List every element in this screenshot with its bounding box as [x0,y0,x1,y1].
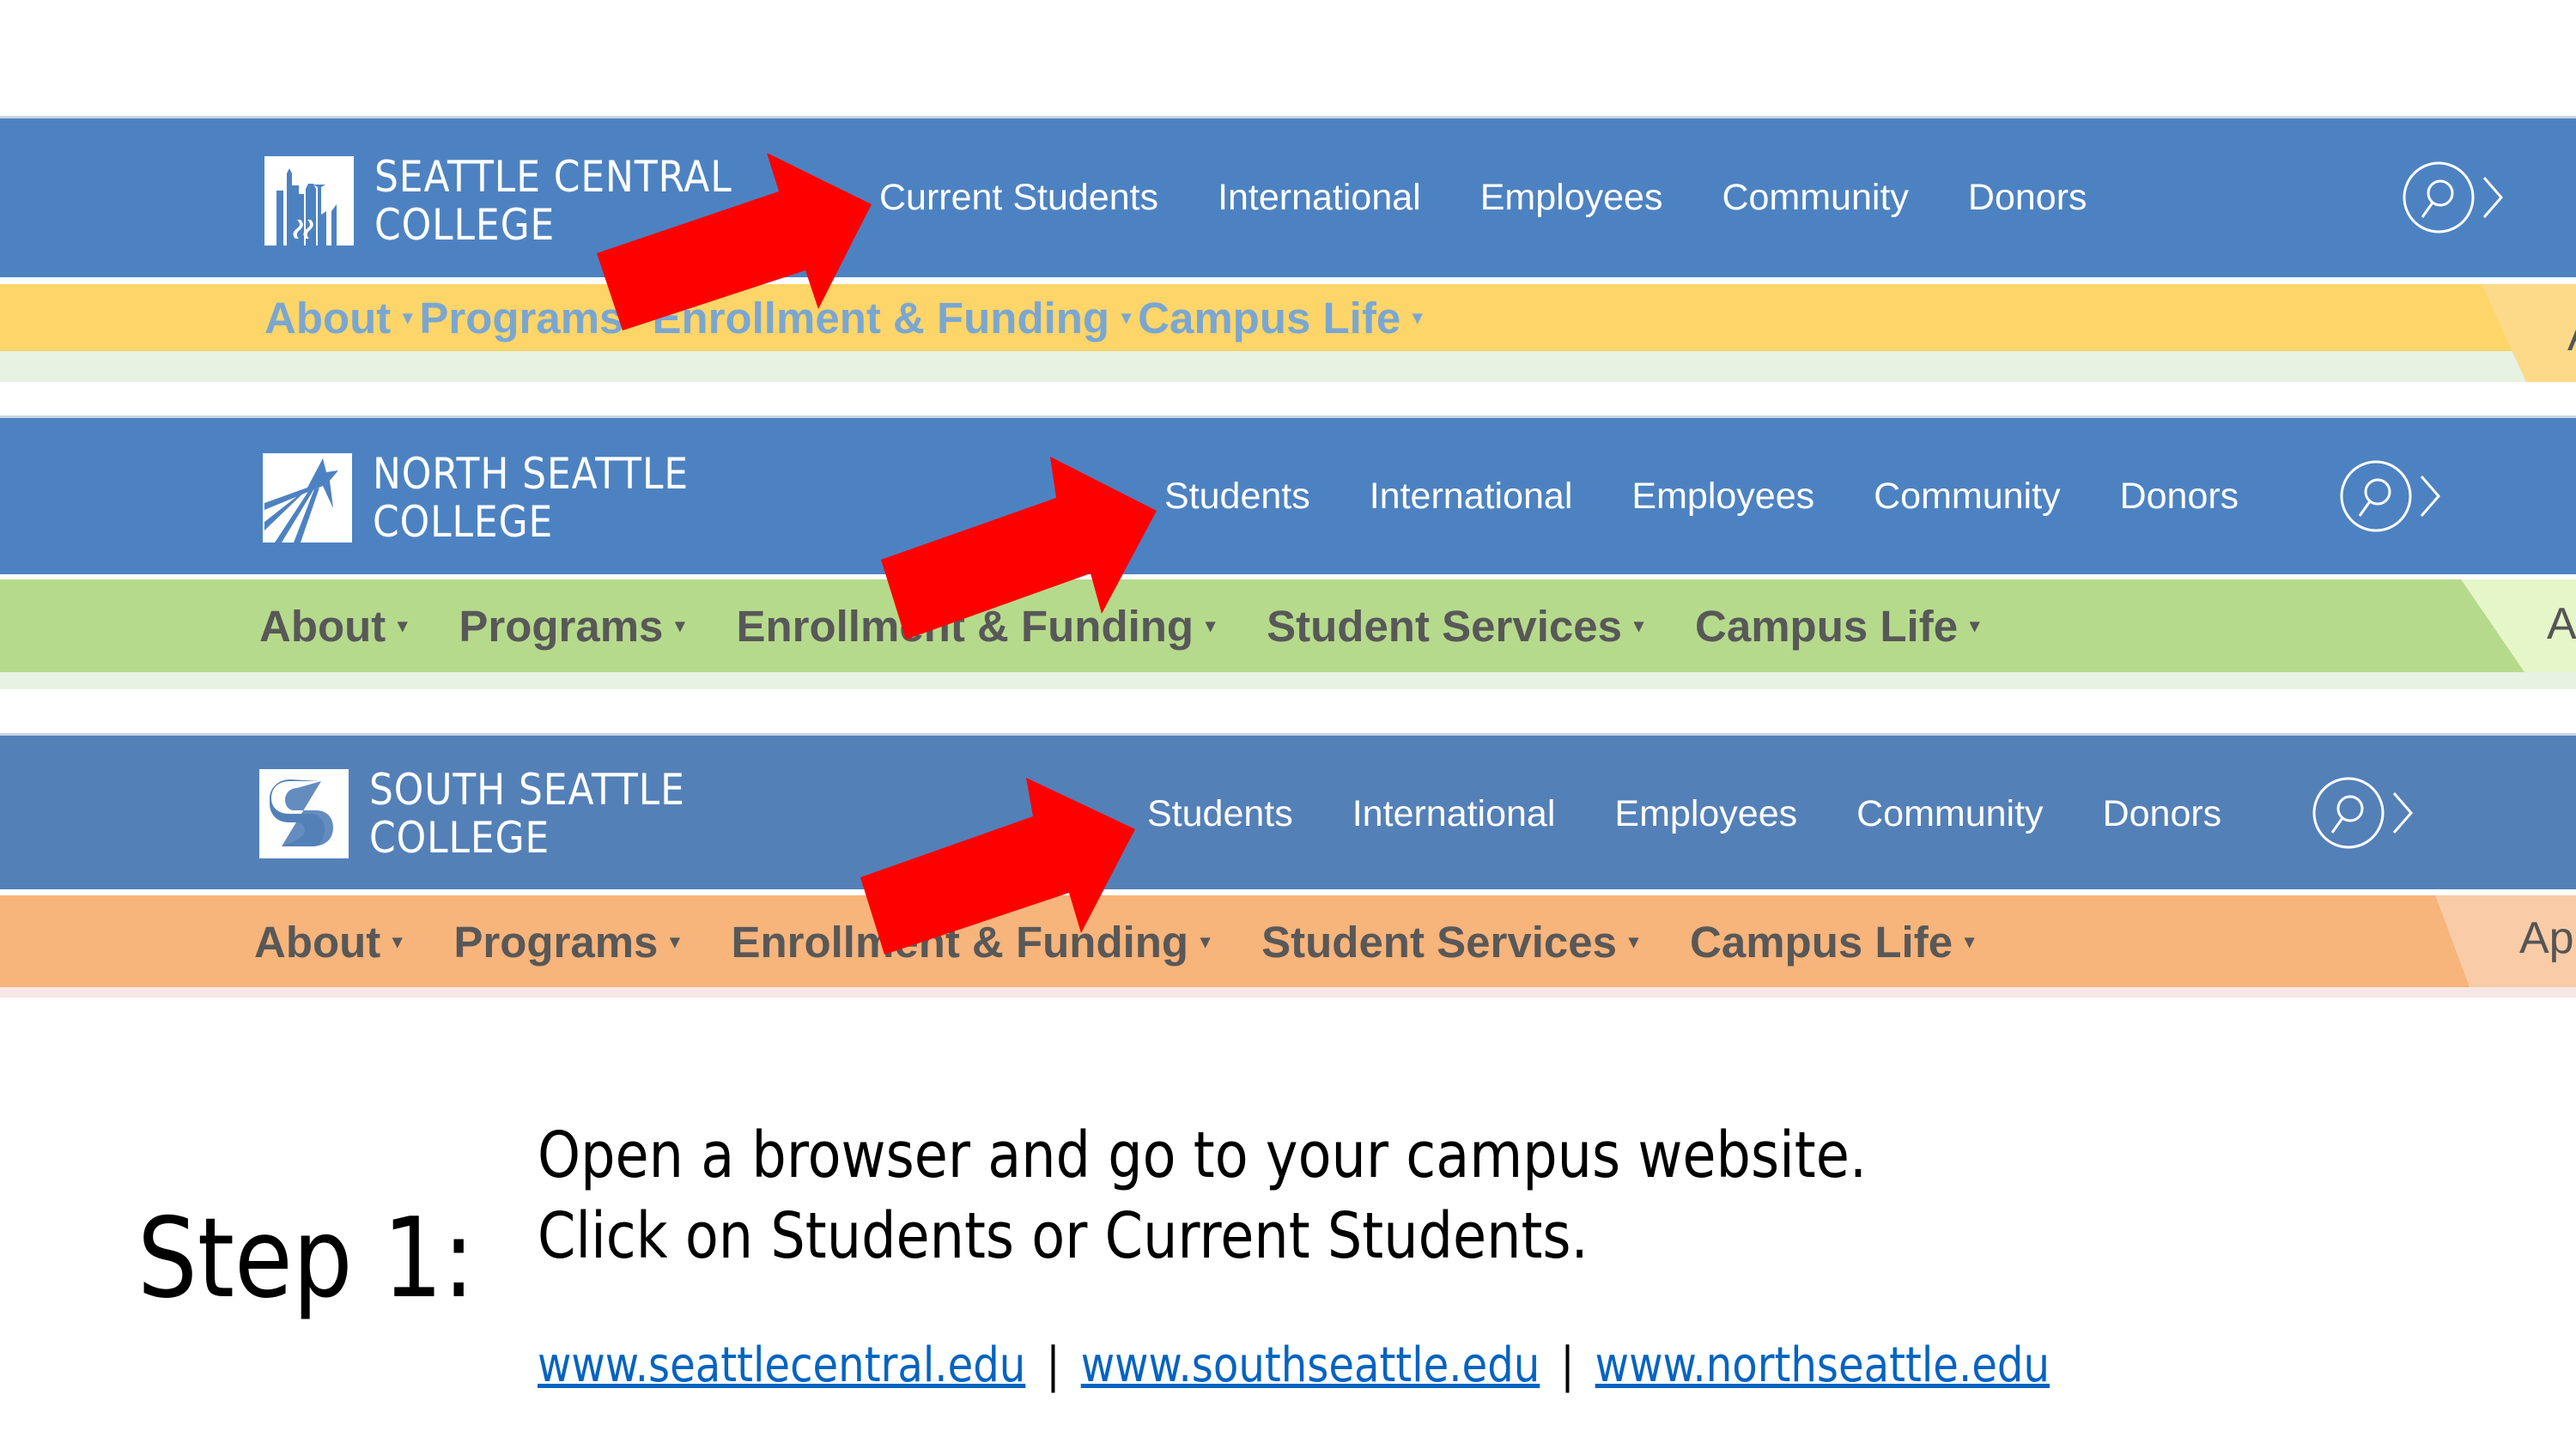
caret-down-icon: ▾ [675,615,685,636]
logo-line-1: SOUTH SEATTLE [369,765,685,815]
logo[interactable]: NORTH SEATTLE COLLEGE [263,450,732,546]
under-band [0,351,2576,382]
sub-nav: About ▾ Programs ▾ Enrollment & Funding ▾ C… [264,289,1473,346]
caret-down-icon: ▾ [392,931,403,952]
chevron-right-icon [2482,177,2503,218]
search-icon [2312,777,2385,849]
logo-line-1: NORTH SEATTLE [373,449,690,499]
logo-text: SEATTLE CENTRAL COLLEGE [374,153,732,249]
subnav-enrollment-funding[interactable]: Enrollment & Funding ▾ [652,293,1131,343]
logo-line-2: COLLEGE [369,813,550,863]
apply-button[interactable]: A [2482,284,2576,382]
nav-employees[interactable]: Employees [1480,177,1663,219]
apply-label: App [2519,913,2576,963]
caret-down-icon: ▾ [1206,615,1216,636]
separator: | [1560,1337,1575,1393]
nav-donors[interactable]: Donors [1968,177,2087,219]
caret-down-icon: ▾ [1970,615,1980,636]
top-nav: Students International Employees Communi… [1147,788,2281,840]
logo-text: SOUTH SEATTLE COLLEGE [369,766,685,862]
nav-students[interactable]: Students [1147,793,1293,835]
nav-employees[interactable]: Employees [1631,476,1814,518]
subnav-campus-life[interactable]: Campus Life ▾ [1695,601,1979,652]
caret-down-icon: ▾ [1628,931,1639,952]
search-button[interactable] [2337,458,2449,535]
sub-bar: About ▾ Programs ▾ Enrollment & Funding ▾ S… [0,579,2576,672]
subnav-programs[interactable]: Programs ▾ [419,293,645,343]
step-label: Step 1: [137,1195,475,1323]
chevron-right-icon [2420,476,2440,517]
top-nav: Students International Employees Communi… [1164,470,2298,522]
subnav-about[interactable]: About ▾ [264,293,412,343]
campus-links: www.seattlecentral.edu | www.southseattle.… [538,1337,2050,1393]
emphasis-current-students: Current Students [1104,1199,1571,1273]
logo-line-1: SEATTLE CENTRAL [374,152,732,202]
link-southseattle[interactable]: www.southseattle.edu [1081,1337,1540,1393]
apply-label: A [2567,310,2576,361]
nav-community[interactable]: Community [1856,793,2043,835]
caret-down-icon: ▾ [398,615,408,636]
apply-button[interactable]: App [2435,895,2576,987]
link-northseattle[interactable]: www.northseattle.edu [1595,1337,2050,1393]
sub-nav: About ▾ Programs ▾ Enrollment & Funding ▾ S… [259,597,2031,655]
subnav-campus-life[interactable]: Campus Life ▾ [1138,293,1422,343]
nav-employees[interactable]: Employees [1614,793,1797,835]
emphasis-students: Students [770,1199,1015,1273]
apply-button[interactable]: Ap [2461,579,2576,672]
subnav-about[interactable]: About ▾ [254,917,402,967]
subnav-campus-life[interactable]: Campus Life ▾ [1690,917,1974,967]
search-button[interactable] [2310,774,2421,852]
skyline-icon [264,156,354,246]
star-burst-icon [263,453,352,543]
logo[interactable]: SOUTH SEATTLE COLLEGE [259,766,728,862]
nav-international[interactable]: International [1370,476,1573,518]
sub-nav: About ▾ Programs ▾ Enrollment & Funding ▾ S… [254,912,2026,971]
top-nav: Current Students International Employees… [879,172,2147,223]
nav-international[interactable]: International [1352,793,1556,835]
subnav-enrollment-funding[interactable]: Enrollment & Funding ▾ [736,601,1215,652]
caret-down-icon: ▾ [1121,306,1132,328]
caret-down-icon: ▾ [1413,306,1423,328]
subnav-student-services[interactable]: Student Services ▾ [1267,601,1643,652]
caret-down-icon: ▾ [635,306,646,328]
nav-current-students[interactable]: Current Students [879,177,1158,219]
logo-text: NORTH SEATTLE COLLEGE [373,450,689,546]
nav-international[interactable]: International [1218,177,1421,219]
s-letter-icon [259,769,349,858]
nav-students[interactable]: Students [1164,476,1310,518]
sub-bar: About ▾ Programs ▾ Enrollment & Funding ▾ S… [0,895,2576,987]
apply-label: Ap [2547,599,2576,649]
separator: | [1046,1337,1060,1393]
caret-down-icon: ▾ [403,306,413,328]
nav-donors[interactable]: Donors [2103,793,2222,835]
subnav-student-services[interactable]: Student Services ▾ [1261,917,1638,967]
nav-donors[interactable]: Donors [2120,476,2239,518]
sub-bar: About ▾ Programs ▾ Enrollment & Funding ▾ C… [0,284,2576,351]
instruction-line-2: Click on Students or Current Students. [538,1199,1589,1273]
logo-line-2: COLLEGE [373,497,554,547]
under-band [0,672,2576,689]
chevron-right-icon [2392,792,2413,834]
subnav-enrollment-funding[interactable]: Enrollment & Funding ▾ [731,917,1210,967]
subnav-about[interactable]: About ▾ [259,601,407,652]
logo[interactable]: SEATTLE CENTRAL COLLEGE [264,153,781,249]
logo-line-2: COLLEGE [374,200,556,250]
caret-down-icon: ▾ [1633,615,1644,636]
subnav-programs[interactable]: Programs ▾ [453,917,679,967]
nav-community[interactable]: Community [1722,177,1908,219]
caret-down-icon: ▾ [670,931,680,952]
nav-community[interactable]: Community [1874,476,2060,518]
instruction-line-1: Open a browser and go to your campus web… [538,1119,1868,1192]
search-icon [2403,161,2475,233]
under-band [0,987,2576,997]
search-button[interactable] [2400,159,2512,236]
caret-down-icon: ▾ [1200,931,1211,952]
link-seattlecentral[interactable]: www.seattlecentral.edu [538,1337,1025,1393]
subnav-programs[interactable]: Programs ▾ [459,601,684,652]
search-icon [2340,460,2412,532]
caret-down-icon: ▾ [1965,931,1975,952]
